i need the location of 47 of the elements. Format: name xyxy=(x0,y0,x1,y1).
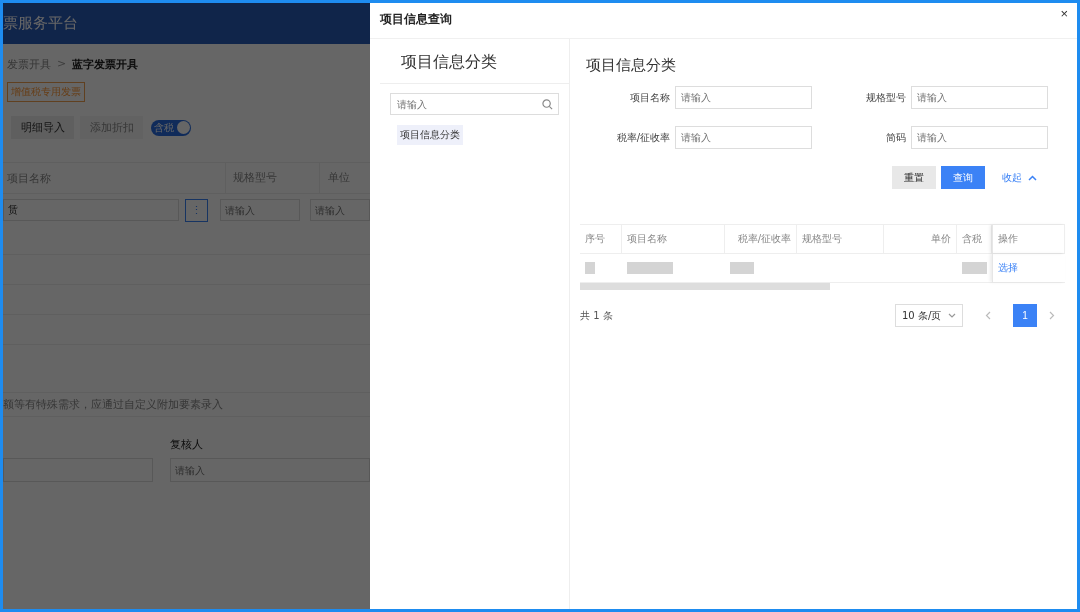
previous-page-icon[interactable] xyxy=(985,311,991,320)
close-button[interactable]: × xyxy=(1060,6,1068,21)
search-icon xyxy=(542,99,553,110)
tree-item[interactable]: 项目信息分类 xyxy=(397,125,463,145)
column-header: 规格型号 xyxy=(797,225,884,253)
invoice-type-tag: 增值税专用发票 xyxy=(7,82,85,102)
select-link[interactable]: 选择 xyxy=(998,261,1018,275)
more-button[interactable]: ⋮ xyxy=(185,198,208,222)
search-button[interactable]: 查询 xyxy=(941,166,985,189)
column-header: 含税 xyxy=(957,225,992,253)
breadcrumb-current: 蓝字发票开具 xyxy=(72,57,139,72)
column-header: 项目名称 xyxy=(622,225,725,253)
column-header: 单价 xyxy=(884,225,957,253)
scrollbar-thumb[interactable] xyxy=(580,283,830,290)
dialog-title: 项目信息查询 xyxy=(380,11,452,28)
column-header: 操作 xyxy=(992,225,1065,253)
chevron-up-icon xyxy=(1028,174,1037,181)
input-field[interactable]: 请输入 xyxy=(911,86,1048,109)
field-label: 项目名称 xyxy=(630,90,670,105)
page-size-select[interactable]: 10 条/页 xyxy=(895,304,963,327)
blurred-block xyxy=(962,262,987,274)
app-title: 票服务平台 xyxy=(3,14,78,33)
panel-heading: 项目信息分类 xyxy=(380,39,569,84)
toolbar-button[interactable]: 明细导入 xyxy=(11,116,74,139)
section-heading: 项目信息分类 xyxy=(586,56,677,75)
input-field[interactable] xyxy=(3,458,153,482)
column-header: 序号 xyxy=(580,225,622,253)
blurred-block xyxy=(730,262,754,274)
tax-switch[interactable]: 含税 xyxy=(151,119,191,136)
field-label: 简码 xyxy=(886,130,906,145)
page-button[interactable]: 1 xyxy=(1013,304,1037,327)
input-field[interactable]: 请输入 xyxy=(675,126,812,149)
field-label: 税率/征收率 xyxy=(616,130,670,145)
chevron-down-icon xyxy=(948,313,956,318)
input-field[interactable]: 请输入 xyxy=(675,86,812,109)
collapse-link[interactable]: 收起 xyxy=(1002,170,1022,185)
breadcrumb-separator: > xyxy=(57,57,67,72)
next-page-icon[interactable] xyxy=(1049,311,1055,320)
reset-button[interactable]: 重置 xyxy=(892,166,936,189)
total-count: 共 1 条 xyxy=(580,308,614,323)
field-label: 规格型号 xyxy=(866,90,906,105)
blurred-block xyxy=(585,262,595,274)
item-name-field[interactable]: 赁 xyxy=(3,199,180,221)
input-field[interactable]: 请输入 xyxy=(911,126,1048,149)
field-label: 复核人 xyxy=(170,437,204,452)
column-header: 税率/征收率 xyxy=(725,225,797,253)
search-field[interactable]: 请输入 xyxy=(390,93,559,115)
